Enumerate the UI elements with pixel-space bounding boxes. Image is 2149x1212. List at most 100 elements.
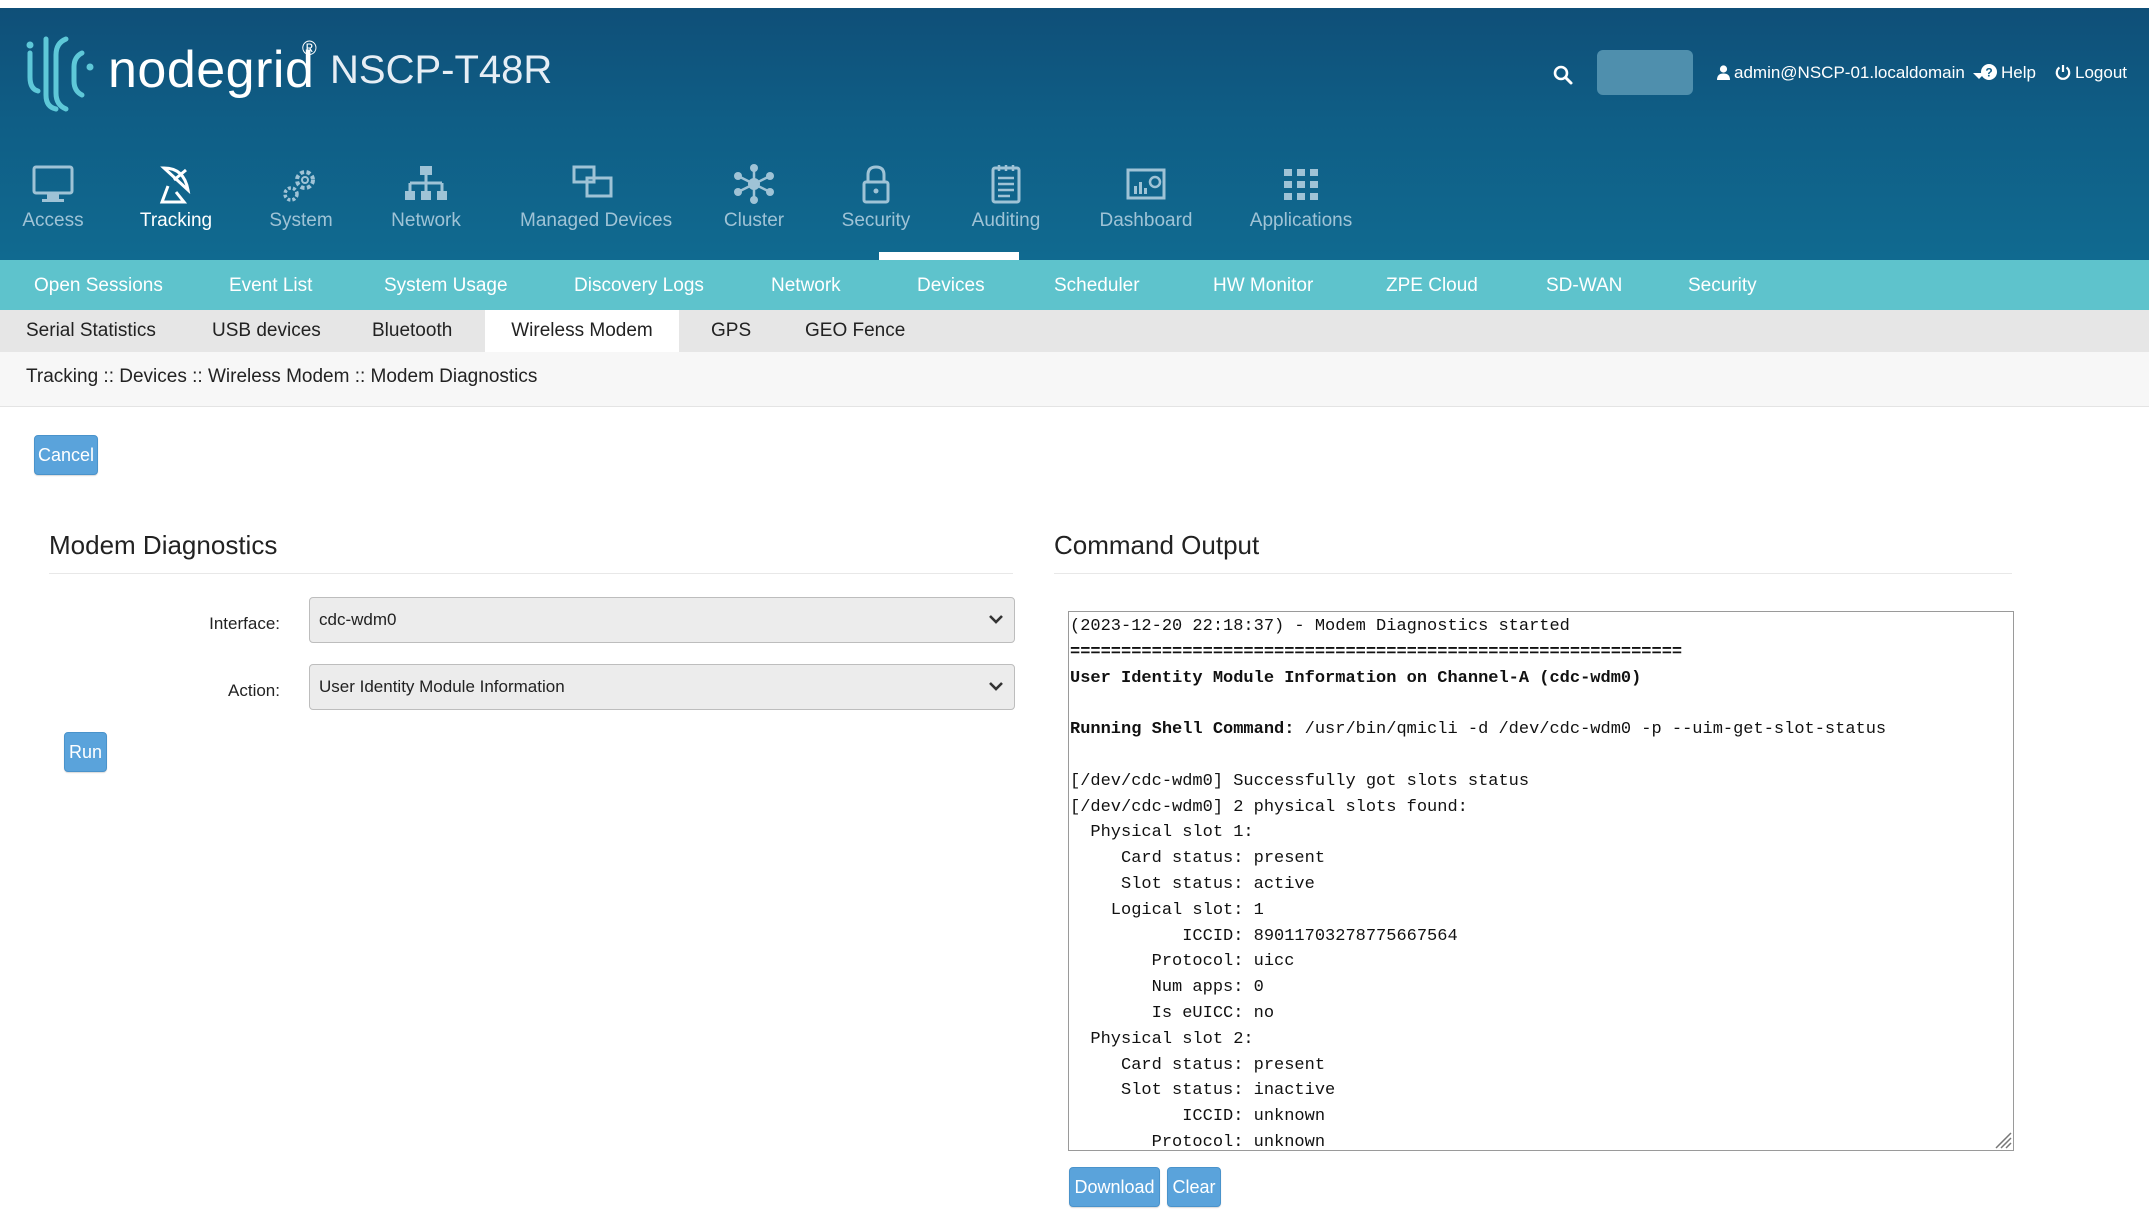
output-line: Logical slot: 1: [1070, 900, 1264, 920]
logo-registered-mark: ®: [302, 38, 317, 60]
nav-access[interactable]: Access: [18, 156, 88, 268]
output-line: ========================================…: [1070, 642, 1683, 662]
output-title-divider: [1054, 573, 2012, 574]
tab-sd-wan[interactable]: SD-WAN: [1546, 260, 1622, 310]
tab-serial-statistics[interactable]: Serial Statistics: [26, 310, 156, 352]
output-line: Running Shell Command: /usr/bin/qmicli -…: [1070, 717, 1886, 743]
download-button[interactable]: Download: [1069, 1167, 1160, 1207]
output-line: Physical slot 2:: [1070, 1029, 1254, 1049]
tab-wireless-modem[interactable]: Wireless Modem: [485, 310, 679, 352]
output-line: Is eUICC: no: [1070, 1003, 1275, 1023]
interface-value: cdc-wdm0: [319, 610, 397, 629]
output-line: [/dev/cdc-wdm0] Successfully got slots s…: [1070, 771, 1530, 791]
chevron-down-icon: [989, 615, 1003, 624]
output-line: Protocol: unknown: [1070, 1132, 1326, 1151]
user-menu[interactable]: admin@NSCP-01.localdomain: [1717, 63, 1985, 83]
output-line: Slot status: inactive: [1070, 1081, 1336, 1101]
tab-discovery-logs[interactable]: Discovery Logs: [574, 260, 704, 310]
tab-gps[interactable]: GPS: [711, 310, 751, 352]
tab-scheduler[interactable]: Scheduler: [1054, 260, 1140, 310]
tab-system-usage[interactable]: System Usage: [384, 260, 508, 310]
help-label: Help: [2001, 63, 2036, 82]
secondary-tabs: Serial Statistics USB devices Bluetooth …: [0, 310, 2149, 352]
logo-text: nodegrid: [108, 41, 315, 99]
output-line: Card status: present: [1070, 1055, 1326, 1075]
nav-label: Applications: [1249, 210, 1353, 231]
form-title: Modem Diagnostics: [49, 530, 278, 560]
output-line: Slot status: active: [1070, 874, 1315, 894]
monitor-icon: [32, 165, 74, 202]
nav-applications[interactable]: Applications: [1248, 156, 1354, 268]
output-line: ICCID: 89011703278775667564: [1070, 926, 1458, 946]
tab-usb-devices[interactable]: USB devices: [212, 310, 321, 352]
cluster-icon: [734, 164, 774, 204]
tab-event-list[interactable]: Event List: [229, 260, 312, 310]
device-name: NSCP-T48R: [330, 48, 553, 92]
nav-dashboard[interactable]: Dashboard: [1098, 156, 1194, 268]
tab-bluetooth[interactable]: Bluetooth: [372, 310, 452, 352]
interface-label: Interface:: [209, 614, 280, 633]
help-icon: ?: [1981, 64, 1997, 80]
output-title: Command Output: [1054, 530, 1260, 560]
nav-cluster[interactable]: Cluster: [718, 156, 790, 268]
help-link[interactable]: ? Help: [1981, 63, 2036, 83]
nav-managed-devices[interactable]: Managed Devices: [520, 156, 673, 268]
tab-hw-monitor[interactable]: HW Monitor: [1213, 260, 1313, 310]
action-value: User Identity Module Information: [319, 677, 565, 696]
tab-geo-fence[interactable]: GEO Fence: [805, 310, 905, 352]
output-line: (2023-12-20 22:18:37) - Modem Diagnostic…: [1070, 617, 1570, 636]
cancel-button[interactable]: Cancel: [34, 435, 98, 475]
nav-label: System: [269, 210, 333, 231]
search-icon[interactable]: [1552, 64, 1574, 86]
nav-label: Dashboard: [1099, 210, 1193, 231]
logout-label: Logout: [2075, 63, 2127, 82]
tab-devices[interactable]: Devices: [917, 260, 985, 310]
command-output-text: (2023-12-20 22:18:37) - Modem Diagnostic…: [1070, 614, 1886, 1151]
output-line: Protocol: uicc: [1070, 952, 1295, 972]
clear-button[interactable]: Clear: [1167, 1167, 1221, 1207]
run-button[interactable]: Run: [64, 732, 107, 772]
nav-system[interactable]: System: [266, 156, 336, 268]
top-strip: [0, 0, 2149, 8]
gears-icon: [283, 170, 315, 202]
search-input[interactable]: [1597, 50, 1693, 95]
notepad-icon: [991, 165, 1021, 204]
user-name: admin@NSCP-01.localdomain: [1734, 63, 1965, 82]
grid-icon: [1284, 169, 1318, 200]
chevron-down-icon: [989, 682, 1003, 691]
breadcrumb: Tracking :: Devices :: Wireless Modem ::…: [0, 352, 2149, 407]
command-output-textarea[interactable]: (2023-12-20 22:18:37) - Modem Diagnostic…: [1068, 611, 2014, 1151]
app-header: nodegrid ® NSCP-T48R admin@NSCP-01.local…: [0, 8, 2149, 260]
user-icon: [1717, 65, 1730, 80]
interface-select[interactable]: cdc-wdm0: [309, 597, 1015, 643]
nav-tracking[interactable]: Tracking: [136, 156, 216, 268]
nodegrid-logo-icon: [26, 36, 94, 112]
tab-network[interactable]: Network: [771, 260, 841, 310]
svg-text:?: ?: [1985, 66, 1992, 80]
nav-label: Access: [22, 210, 84, 231]
breadcrumb-text: Tracking :: Devices :: Wireless Modem ::…: [26, 366, 538, 387]
lock-icon: [862, 165, 890, 204]
nav-label: Network: [391, 210, 461, 231]
nav-label: Managed Devices: [520, 210, 673, 231]
output-line-prefix: Running Shell Command:: [1070, 720, 1295, 740]
output-line: ICCID: unknown: [1070, 1107, 1326, 1127]
nav-network[interactable]: Network: [386, 156, 466, 268]
output-line: Physical slot 1:: [1070, 823, 1254, 843]
output-line-text: /usr/bin/qmicli -d /dev/cdc-wdm0 -p --ui…: [1294, 720, 1887, 740]
action-select[interactable]: User Identity Module Information: [309, 664, 1015, 710]
dashboard-icon: [1126, 168, 1166, 200]
tab-open-sessions[interactable]: Open Sessions: [34, 260, 163, 310]
output-line: User Identity Module Information on Chan…: [1070, 668, 1642, 688]
output-line: Card status: present: [1070, 849, 1326, 869]
tab-zpe-cloud[interactable]: ZPE Cloud: [1386, 260, 1478, 310]
nav-label: Tracking: [139, 210, 213, 231]
resize-grip-icon[interactable]: [1992, 1129, 2012, 1149]
network-tree-icon: [405, 166, 447, 200]
tab-security[interactable]: Security: [1688, 260, 1757, 310]
form-title-divider: [49, 573, 1013, 574]
action-label: Action:: [228, 681, 280, 700]
logout-link[interactable]: Logout: [2055, 63, 2127, 83]
